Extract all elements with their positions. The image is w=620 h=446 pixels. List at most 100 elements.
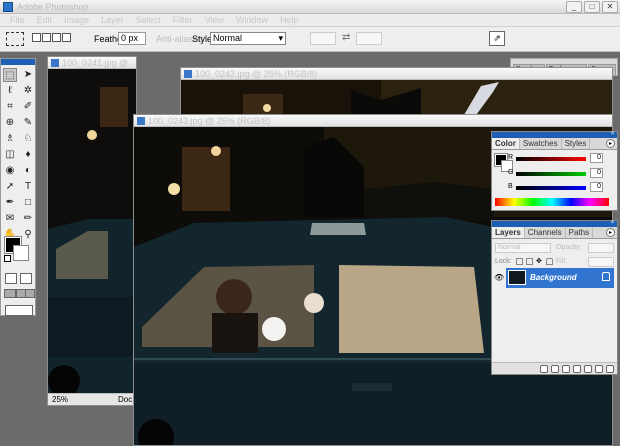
type-tool-icon[interactable]: T [21, 180, 35, 194]
menu-image[interactable]: Image [58, 14, 95, 26]
document-window-1[interactable]: 100_0241.jpg @ 25% (RGB/8) 25% Doc [47, 56, 137, 406]
new-layer-icon[interactable] [595, 364, 603, 373]
menu-window[interactable]: Window [230, 14, 274, 26]
tab-paths[interactable]: Paths [566, 227, 594, 238]
panel-close-icon[interactable]: × [610, 220, 615, 226]
healing-tool-icon[interactable]: ⊕ [3, 116, 17, 130]
selection-mode-group [32, 33, 71, 42]
crop-tool-icon[interactable]: ⌗ [3, 100, 17, 114]
layer-mask-icon[interactable] [562, 364, 570, 373]
clone-stamp-tool-icon[interactable]: ♗ [3, 132, 17, 146]
move-tool-icon[interactable]: ➤ [21, 68, 35, 82]
panel-menu-icon[interactable]: ▸ [606, 139, 615, 148]
intersect-selection-icon[interactable] [62, 33, 71, 42]
document-title[interactable]: 100_0241.jpg @ 25% (RGB/8) [48, 57, 136, 80]
red-value[interactable]: 0 [590, 153, 603, 163]
bucket-tool-icon[interactable]: ♦ [21, 148, 35, 162]
tab-styles[interactable]: Styles [562, 138, 591, 149]
channel-g-letter: G [508, 169, 514, 176]
document-title[interactable]: 100_0243.jpg @ 25% (RGB/8) [134, 115, 612, 127]
new-set-icon[interactable] [573, 364, 581, 373]
pen-tool-icon[interactable]: ✒ [3, 196, 17, 210]
screen-mode-standard-icon[interactable] [4, 289, 16, 298]
eyedropper-tool-icon[interactable]: ✏ [21, 212, 35, 226]
eye-visibility-icon[interactable]: 👁 [494, 273, 504, 282]
feather-input[interactable]: 0 px [118, 32, 146, 45]
shape-tool-icon[interactable]: □ [21, 196, 35, 210]
swap-icon[interactable]: ⇄ [342, 32, 350, 43]
default-colors-icon[interactable] [4, 255, 11, 262]
jump-to-imageready-icon[interactable] [5, 305, 33, 316]
layer-row-background[interactable]: Background [506, 268, 614, 288]
lasso-tool-icon[interactable]: ℓ [3, 84, 17, 98]
layer-style-icon[interactable] [551, 364, 559, 373]
dodge-tool-icon[interactable]: ◐ [21, 164, 35, 178]
zoom-readout[interactable]: 25% [52, 395, 68, 404]
subtract-selection-icon[interactable] [52, 33, 61, 42]
tab-swatches[interactable]: Swatches [520, 138, 562, 149]
file-browser-icon[interactable]: ⇗ [489, 31, 505, 46]
standard-mode-icon[interactable] [5, 273, 17, 284]
blend-mode-select[interactable]: Normal [495, 243, 551, 253]
brush-tool-icon[interactable]: ✎ [21, 116, 35, 130]
menu-filter[interactable]: Filter [167, 14, 199, 26]
add-selection-icon[interactable] [42, 33, 51, 42]
panel-close-icon[interactable]: × [610, 131, 615, 137]
lock-pixels-icon[interactable] [526, 258, 533, 265]
background-color-swatch[interactable] [13, 245, 29, 261]
quick-mask-icon[interactable] [20, 273, 32, 284]
style-select[interactable]: Normal [210, 32, 286, 45]
layers-panel: × Layers Channels Paths ▸ Normal Opacity… [491, 220, 618, 375]
layer-name: Background [530, 273, 577, 282]
color-spectrum[interactable] [495, 198, 609, 206]
photoshop-icon [3, 2, 13, 12]
path-select-tool-icon[interactable]: ➚ [3, 180, 17, 194]
history-brush-tool-icon[interactable]: ♘ [21, 132, 35, 146]
new-selection-icon[interactable] [32, 33, 41, 42]
trash-icon[interactable] [606, 364, 614, 373]
minimize-button[interactable]: _ [566, 1, 582, 13]
fill-input[interactable] [588, 257, 614, 267]
document-title[interactable]: 100_0242.jpg @ 25% (RGB/8) [181, 68, 612, 80]
tab-channels[interactable]: Channels [525, 227, 566, 238]
blue-value[interactable]: 0 [590, 182, 603, 192]
marquee-preset-icon[interactable] [6, 32, 24, 46]
zoom-tool-icon[interactable]: ⚲ [21, 228, 35, 242]
marquee-tool-icon[interactable]: ⬚ [3, 68, 17, 82]
notes-tool-icon[interactable]: ✉ [3, 212, 17, 226]
width-input[interactable] [310, 32, 336, 45]
adjustment-layer-icon[interactable] [584, 364, 592, 373]
menu-file[interactable]: File [4, 14, 31, 26]
toolbox: ⬚ ➤ ℓ ✲ ⌗ ✐ ⊕ ✎ ♗ ♘ ◫ ♦ ◉ ◐ ➚ T ✒ □ ✉ ✏ ✋ ⚲ [0, 58, 36, 316]
blue-slider[interactable] [516, 186, 586, 190]
slice-tool-icon[interactable]: ✐ [21, 100, 35, 114]
lock-position-icon[interactable]: ✥ [536, 258, 543, 265]
doc-size-label: Doc [118, 395, 133, 404]
green-slider[interactable] [516, 172, 586, 176]
document-canvas[interactable] [48, 69, 136, 405]
menu-select[interactable]: Select [130, 14, 167, 26]
magic-wand-tool-icon[interactable]: ✲ [21, 84, 35, 98]
maximize-button[interactable]: □ [584, 1, 600, 13]
tab-layers[interactable]: Layers [492, 227, 525, 238]
tab-color[interactable]: Color [492, 138, 520, 149]
lock-transparency-icon[interactable] [516, 258, 523, 265]
blur-tool-icon[interactable]: ◉ [3, 164, 17, 178]
screen-mode-full-icon[interactable] [25, 289, 35, 298]
menu-help[interactable]: Help [274, 14, 305, 26]
menu-layer[interactable]: Layer [95, 14, 130, 26]
lock-all-icon[interactable] [546, 258, 553, 265]
height-input[interactable] [356, 32, 382, 45]
red-slider[interactable] [516, 157, 586, 161]
close-button[interactable]: ✕ [602, 1, 618, 13]
link-layers-icon[interactable] [540, 364, 548, 373]
channel-b-letter: B [508, 183, 513, 190]
opacity-input[interactable] [588, 243, 614, 253]
color-panel-tabs: Color Swatches Styles ▸ [492, 138, 617, 150]
menu-view[interactable]: View [199, 14, 230, 26]
green-value[interactable]: 0 [590, 168, 603, 178]
layers-footer-buttons [492, 362, 617, 374]
menu-edit[interactable]: Edit [31, 14, 59, 26]
panel-menu-icon[interactable]: ▸ [606, 228, 615, 237]
eraser-tool-icon[interactable]: ◫ [3, 148, 17, 162]
